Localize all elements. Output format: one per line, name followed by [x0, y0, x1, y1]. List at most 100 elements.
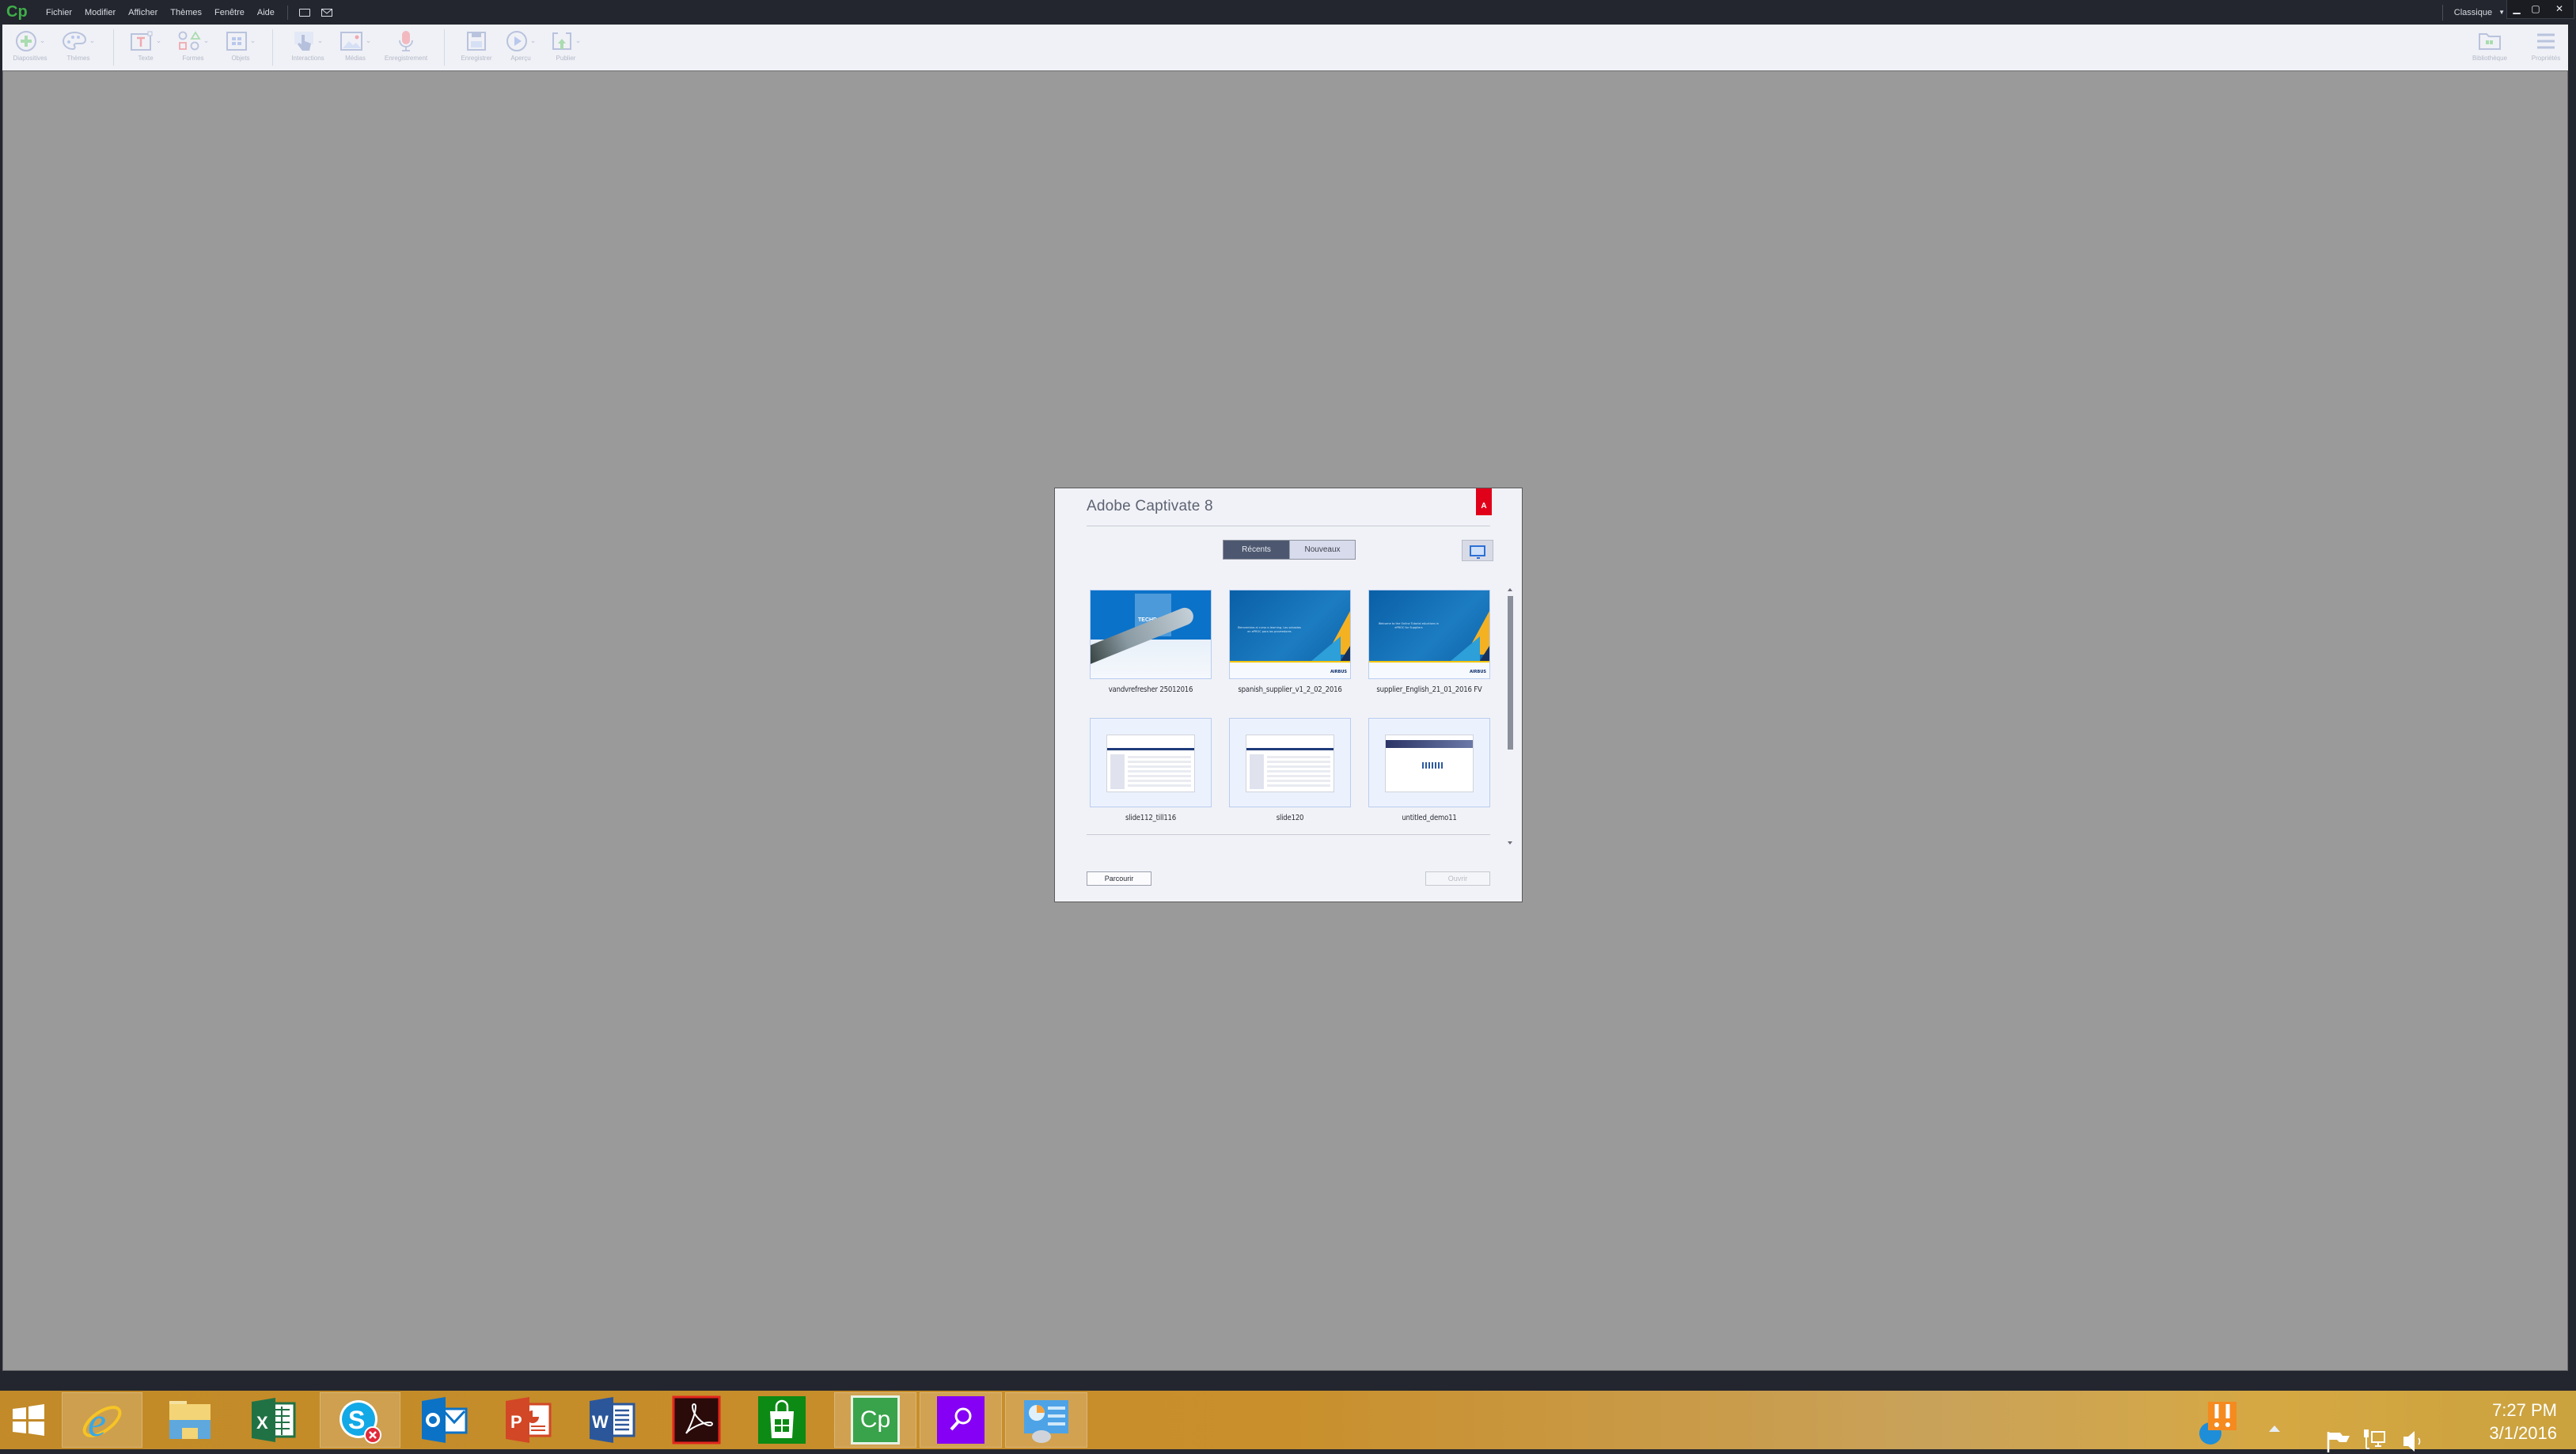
browse-button[interactable]: Parcourir: [1087, 871, 1151, 886]
project-thumbnail: [1368, 718, 1490, 807]
taskbar-ie[interactable]: e: [62, 1392, 142, 1448]
workspace-separator: [2441, 4, 2443, 21]
chevron-down-icon: ⌄: [365, 37, 372, 45]
tool-label: Publier: [556, 55, 576, 62]
adobe-logo-icon: A: [1476, 488, 1492, 515]
captivate-icon: Cp: [851, 1395, 900, 1445]
screen-layout-icon[interactable]: [298, 8, 310, 17]
tab-recents[interactable]: Récents: [1224, 541, 1289, 559]
thumbnail-text: Welcome to the Online Tutorial eAuctions…: [1378, 622, 1440, 629]
tool-label: Aperçu: [510, 55, 531, 62]
publish-icon: [552, 32, 571, 50]
scrollbar-thumb[interactable]: [1508, 596, 1513, 750]
menu-fichier[interactable]: Fichier: [46, 8, 72, 17]
hand-pointer-icon: [294, 32, 313, 51]
project-thumbnail: Welcome to the Online Tutorial eAuctions…: [1368, 590, 1490, 679]
tool-label: Interactions: [291, 55, 324, 62]
svg-text:P: P: [510, 1412, 522, 1432]
menu-themes[interactable]: Thèmes: [170, 8, 202, 17]
tool-label: Formes: [182, 55, 204, 62]
tool-apercu[interactable]: ⌄ Aperçu: [499, 25, 543, 70]
taskbar-search-app[interactable]: [920, 1392, 1002, 1448]
taskbar-acrobat[interactable]: [657, 1392, 736, 1448]
project-card[interactable]: TECHDATA vandvrefresher 25012016: [1090, 590, 1212, 694]
tool-publier[interactable]: ⌄ Publier: [543, 25, 589, 70]
chevron-down-icon: ⌄: [575, 37, 582, 45]
project-thumbnail: [1090, 718, 1212, 807]
taskbar-file-explorer[interactable]: [150, 1392, 230, 1448]
view-toggle-button[interactable]: [1462, 540, 1493, 561]
volume-icon[interactable]: [2402, 1429, 2426, 1454]
workspace-label: Classique: [2453, 7, 2493, 17]
alert-notification-icon[interactable]: [2198, 1400, 2237, 1445]
maximize-button[interactable]: ▢: [2526, 0, 2545, 17]
taskbar-skype[interactable]: S: [320, 1392, 400, 1448]
open-button[interactable]: Ouvrir: [1425, 871, 1490, 886]
minimize-button[interactable]: ▁: [2507, 0, 2526, 17]
tool-themes[interactable]: ⌄ Thèmes: [53, 25, 104, 70]
acrobat-icon: [672, 1395, 721, 1445]
toolbar-separator: [444, 29, 445, 66]
project-name: supplier_English_21_01_2016 FV: [1376, 685, 1482, 694]
tool-bibliotheque[interactable]: Bibliothèque: [2467, 25, 2513, 70]
floppy-disk-icon: [467, 32, 486, 51]
action-center-flag-icon[interactable]: [2326, 1430, 2351, 1454]
menu-fenetre[interactable]: Fenêtre: [214, 8, 245, 17]
taskbar-powerpoint[interactable]: P: [489, 1392, 568, 1448]
window-controls: ▁ ▢ ✕: [2506, 0, 2574, 19]
tool-label: Diapositives: [13, 55, 47, 62]
taskbar-store[interactable]: [742, 1392, 821, 1448]
menu-modifier[interactable]: Modifier: [85, 8, 116, 17]
tool-enregistrement[interactable]: Enregistrement: [377, 25, 434, 70]
project-name: slide120: [1276, 814, 1304, 822]
show-hidden-icons-icon[interactable]: [2269, 1426, 2280, 1432]
menu-aide[interactable]: Aide: [257, 8, 275, 17]
tool-proprietes[interactable]: Propriétés: [2527, 25, 2565, 70]
mail-icon[interactable]: [321, 8, 332, 17]
palette-icon: [62, 31, 86, 51]
scroll-up-arrow-icon[interactable]: [1508, 588, 1512, 591]
tool-label: Enregistrement: [384, 55, 428, 62]
taskbar-excel[interactable]: X: [234, 1392, 313, 1448]
taskbar-outlook[interactable]: [405, 1392, 484, 1448]
captivate-icon-label: Cp: [859, 1407, 891, 1433]
workspace-switcher[interactable]: Classique ▼: [2441, 0, 2505, 25]
project-thumbnail: TECHDATA: [1090, 590, 1212, 679]
scroll-down-arrow-icon[interactable]: [1508, 841, 1512, 845]
project-card[interactable]: untitled_demo11: [1368, 718, 1490, 822]
tool-interactions[interactable]: ⌄ Interactions: [283, 25, 333, 70]
maximize-icon: ▢: [2531, 3, 2540, 14]
menu-afficher[interactable]: Afficher: [128, 8, 157, 17]
app-menubar: Cp Fichier Modifier Afficher Thèmes Fenê…: [0, 0, 2576, 25]
tool-diapositives[interactable]: ⌄ Diapositives: [7, 25, 53, 70]
search-app-icon: [937, 1396, 984, 1444]
taskbar-captivate[interactable]: Cp: [834, 1392, 916, 1448]
chevron-down-icon: ⌄: [155, 37, 162, 45]
tool-label: Enregistrer: [461, 55, 492, 62]
tool-medias[interactable]: ⌄ Médias: [333, 25, 377, 70]
play-circle-icon: [506, 31, 527, 51]
properties-lines-icon: [2537, 33, 2555, 49]
project-card[interactable]: Bienvenidos al curso e-learning. Las sub…: [1229, 590, 1351, 694]
taskbar-control-panel[interactable]: [1005, 1392, 1087, 1448]
project-card[interactable]: Welcome to the Online Tutorial eAuctions…: [1368, 590, 1490, 694]
tool-objets[interactable]: ⌄ Objets: [218, 25, 263, 70]
clock[interactable]: 7:27 PM 3/1/2016: [2489, 1399, 2557, 1445]
tool-label: Bibliothèque: [2472, 55, 2508, 62]
close-button[interactable]: ✕: [2545, 0, 2574, 17]
chevron-down-icon: ⌄: [529, 37, 537, 45]
powerpoint-icon: P: [506, 1397, 552, 1443]
start-button[interactable]: [0, 1392, 57, 1448]
project-card[interactable]: slide112_till116: [1090, 718, 1212, 822]
dialog-title: Adobe Captivate 8: [1087, 498, 1213, 514]
tab-nouveaux[interactable]: Nouveaux: [1289, 541, 1355, 559]
minimize-icon: ▁: [2513, 3, 2521, 14]
svg-text:X: X: [256, 1413, 268, 1433]
tool-texte[interactable]: ⌄ Texte: [123, 25, 168, 70]
menu-separator: [286, 5, 288, 20]
project-card[interactable]: slide120: [1229, 718, 1351, 822]
toolbar-separator: [272, 29, 273, 66]
taskbar-word[interactable]: W: [573, 1392, 652, 1448]
tool-formes[interactable]: ⌄ Formes: [168, 25, 218, 70]
tool-enregistrer[interactable]: Enregistrer: [454, 25, 499, 70]
